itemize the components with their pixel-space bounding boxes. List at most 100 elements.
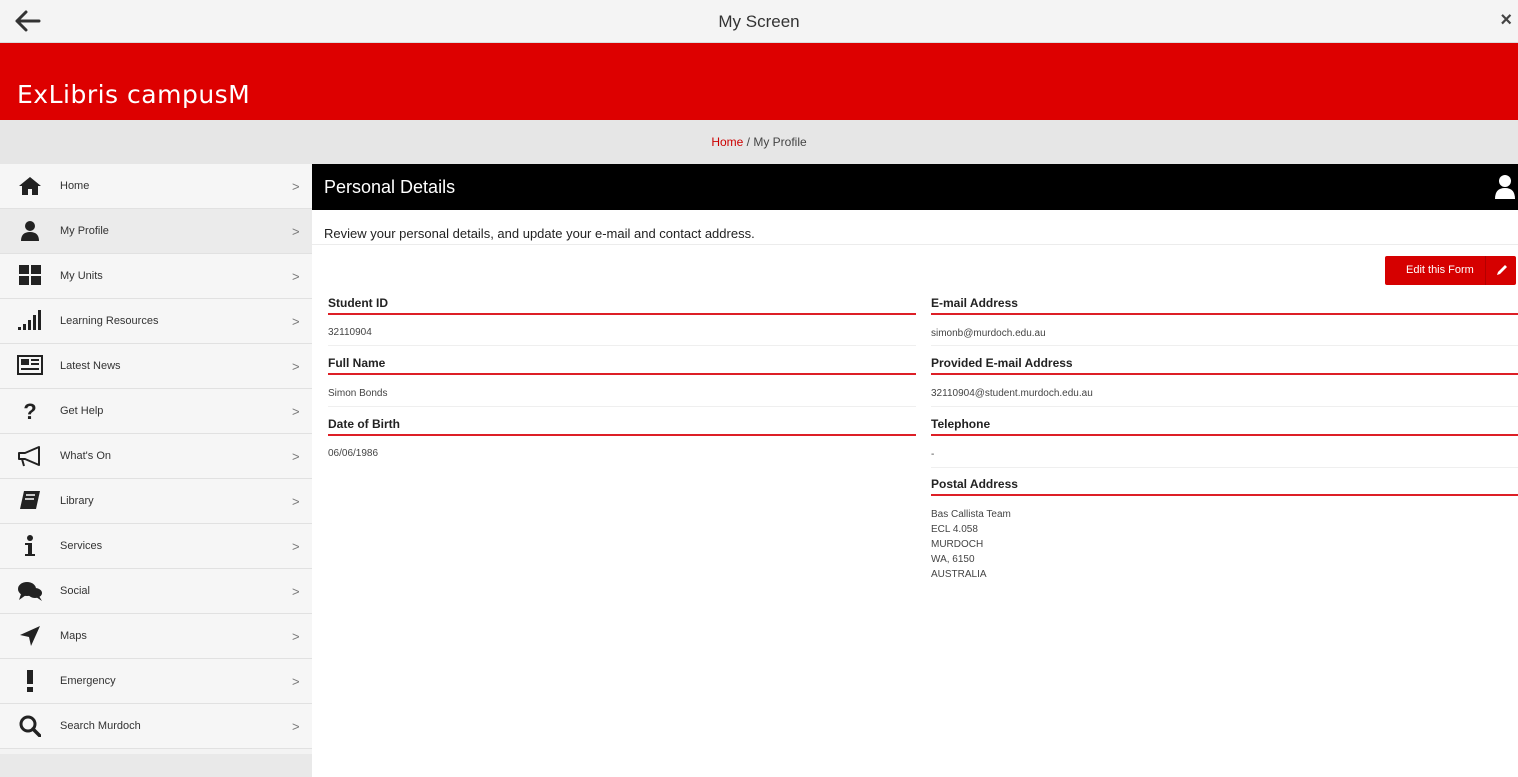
exclamation-icon [16,670,44,694]
sidebar-item-home[interactable]: Home > [0,164,312,209]
sidebar-item-label: My Profile [60,225,109,237]
row-divider [328,406,916,407]
brand-header: ExLibris campusM [0,43,1518,120]
intro-text: Review your personal details, and update… [324,226,755,241]
field-underline [931,313,1518,315]
sidebar-item-label: Library [60,495,94,507]
sidebar-item-learning-resources[interactable]: Learning Resources > [0,299,312,344]
home-icon [16,175,44,199]
chevron-right-icon: > [292,674,300,689]
grid-icon [16,265,44,289]
postal-line: Bas Callista Team [931,509,1011,520]
edit-form-button[interactable]: Edit this Form [1385,256,1516,285]
megaphone-icon [16,445,44,469]
chevron-right-icon: > [292,584,300,599]
user-icon [16,220,44,244]
sidebar-item-social[interactable]: Social > [0,569,312,614]
row-divider [931,467,1518,468]
breadcrumb-home-link[interactable]: Home [711,135,743,149]
sidebar-item-label: Latest News [60,360,121,372]
book-icon [16,490,44,514]
email-value: simonb@murdoch.edu.au [931,328,1046,339]
breadcrumb-separator: / [743,135,754,149]
chevron-right-icon: > [292,269,300,284]
sidebar-item-label: Get Help [60,405,104,417]
panel-header: Personal Details [312,164,1518,210]
field-underline [328,313,916,315]
sidebar-item-get-help[interactable]: ? Get Help > [0,389,312,434]
field-underline [931,494,1518,496]
chat-icon [16,580,44,604]
newspaper-icon [16,355,44,379]
chevron-right-icon: > [292,314,300,329]
full-name-value: Simon Bonds [328,388,388,399]
location-arrow-icon [16,625,44,649]
chevron-right-icon: > [292,359,300,374]
row-divider [931,406,1518,407]
sidebar-item-label: Home [60,180,90,192]
question-icon: ? [23,399,37,424]
field-underline [931,434,1518,436]
row-divider [931,345,1518,346]
window-titlebar: My Screen × [0,0,1518,43]
postal-address-label: Postal Address [931,477,1018,491]
chevron-right-icon: > [292,224,300,239]
sidebar-item-label: Maps [60,630,87,642]
sidebar-item-search-murdoch[interactable]: Search Murdoch > [0,704,312,749]
field-underline [328,373,916,375]
student-id-label: Student ID [328,296,388,310]
brand-logo: ExLibris campusM [17,80,251,109]
user-icon [1494,174,1516,200]
postal-line: WA, 6150 [931,554,975,565]
button-separator [1485,256,1486,285]
breadcrumb: Home / My Profile [0,135,1518,149]
sidebar-item-services[interactable]: Services > [0,524,312,569]
dob-value: 06/06/1986 [328,448,379,459]
info-icon [16,535,44,559]
sidebar-item-label: Social [60,585,90,597]
divider [312,244,1518,245]
sidebar-item-maps[interactable]: Maps > [0,614,312,659]
postal-address-value: Bas Callista Team ECL 4.058 MURDOCH WA, … [931,507,1011,582]
sidebar-item-label: Services [60,540,103,552]
breadcrumb-bar: Home / My Profile [0,120,1518,164]
telephone-label: Telephone [931,417,991,431]
sidebar-item-label: My Units [60,270,103,282]
chevron-right-icon: > [292,719,300,734]
edit-form-label: Edit this Form [1406,264,1474,276]
breadcrumb-current: My Profile [753,135,807,149]
full-name-label: Full Name [328,356,386,370]
sidebar-item-label: Emergency [60,675,116,687]
chevron-right-icon: > [292,629,300,644]
chevron-right-icon: > [292,449,300,464]
pencil-icon [1495,263,1509,277]
telephone-value: - [931,449,935,460]
signal-bars-icon [16,310,44,334]
sidebar-item-label: What's On [60,450,112,462]
sidebar-item-emergency[interactable]: Emergency > [0,659,312,704]
sidebar-item-library[interactable]: Library > [0,479,312,524]
window-title: My Screen [718,12,800,31]
chevron-right-icon: > [292,494,300,509]
student-id-value: 32110904 [328,327,372,338]
dob-label: Date of Birth [328,417,400,431]
field-underline [328,434,916,436]
close-button[interactable]: × [1500,10,1512,30]
sidebar-nav: Home > My Profile > My Units > Learning … [0,164,312,777]
sidebar-item-my-profile[interactable]: My Profile > [0,209,312,254]
sidebar-item-label: Learning Resources [60,315,159,327]
sidebar-item-my-units[interactable]: My Units > [0,254,312,299]
search-icon [16,715,44,739]
provided-email-label: Provided E-mail Address [931,356,1073,370]
row-divider [328,345,916,346]
sidebar-item-label: Search Murdoch [60,720,141,732]
sidebar-item-latest-news[interactable]: Latest News > [0,344,312,389]
sidebar-footer [0,754,312,777]
sidebar-item-whats-on[interactable]: What's On > [0,434,312,479]
chevron-right-icon: > [292,539,300,554]
provided-email-value: 32110904@student.murdoch.edu.au [931,388,1093,399]
main-content: Personal Details Review your personal de… [312,164,1518,777]
postal-line: ECL 4.058 [931,524,978,535]
field-underline [931,373,1518,375]
email-label: E-mail Address [931,296,1018,310]
